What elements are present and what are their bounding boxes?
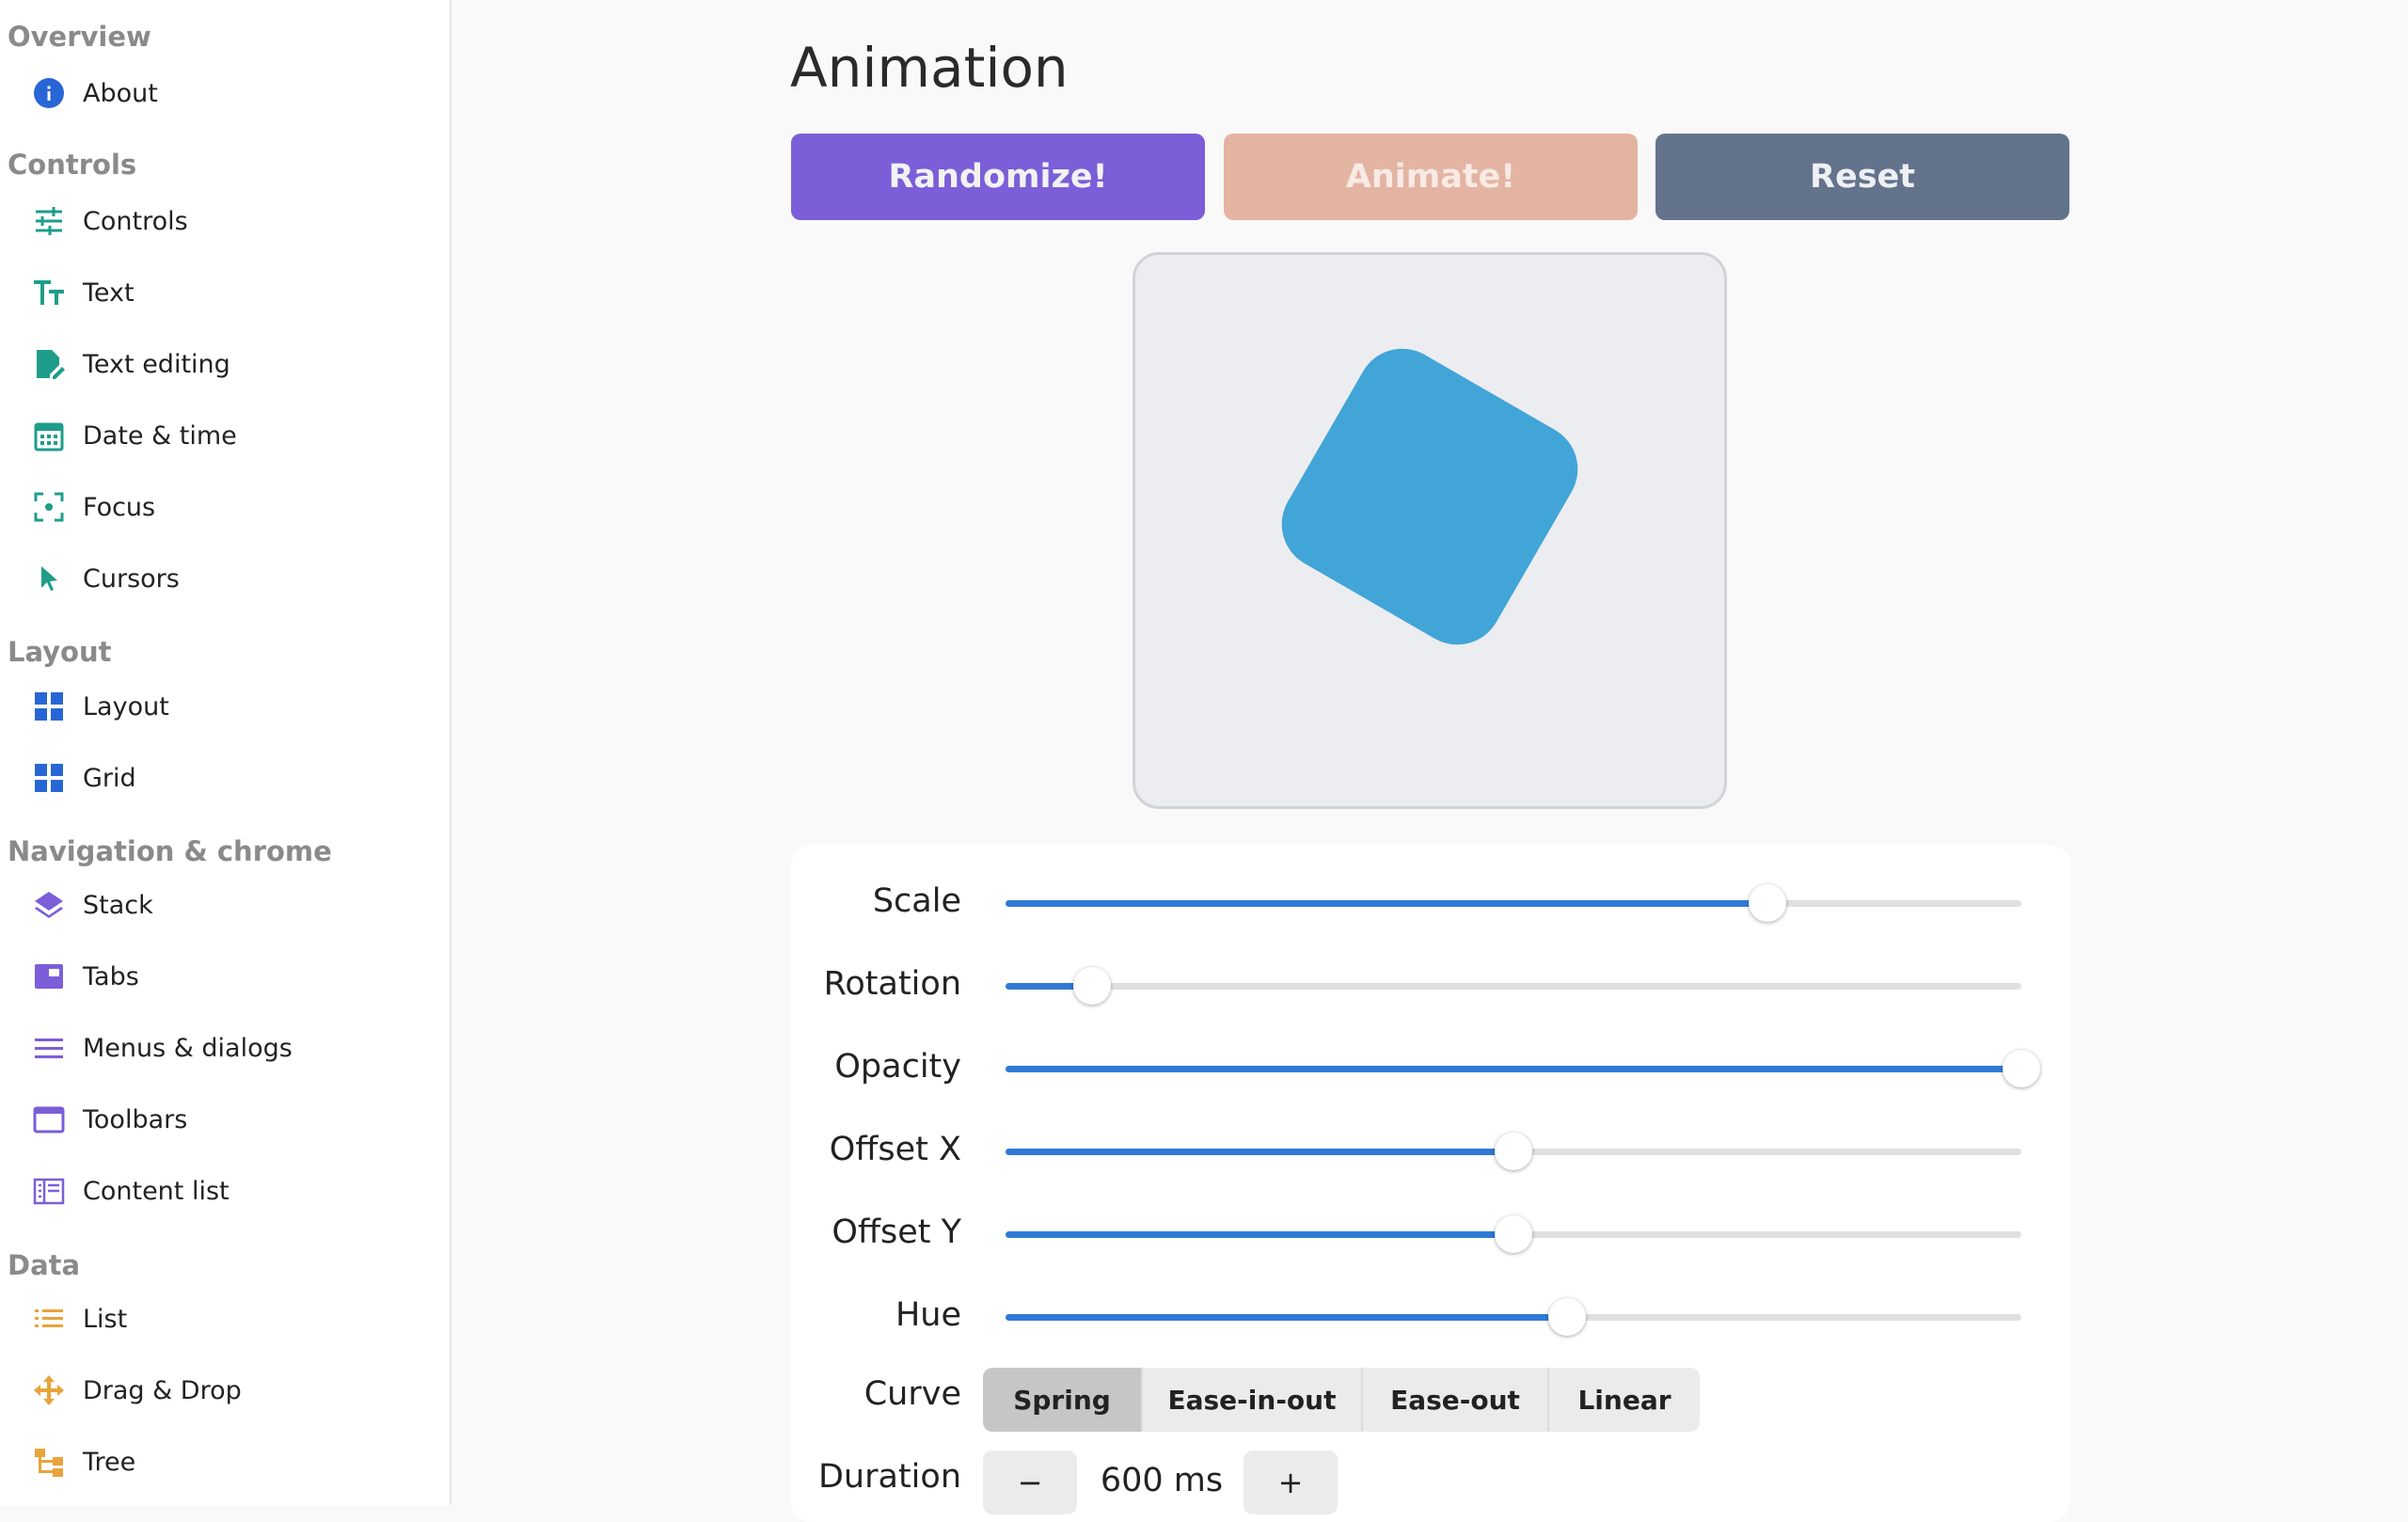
sidebar-item-label: Text [83,277,135,308]
offset-x-label: Offset X [829,1131,961,1168]
list-icon [32,1302,66,1336]
sidebar-item-toolbars[interactable]: Toolbars [0,1086,450,1153]
sidebar-item-label: Toolbars [83,1104,188,1134]
text-size-icon [32,276,66,309]
duration-value: 600 ms [1100,1462,1224,1499]
sidebar-item-date-time[interactable]: Date & time [0,402,450,469]
sidebar-item-text[interactable]: Text [0,259,450,326]
sidebar-item-tree[interactable]: Tree [0,1428,450,1496]
sidebar-item-controls[interactable]: Controls [0,187,450,255]
sidebar-item-label: Stack [83,890,153,920]
cursor-icon [32,562,66,595]
grid-icon [32,761,66,795]
sidebar-item-label: Controls [83,206,188,236]
edit-document-icon [32,347,66,381]
sidebar-item-layout[interactable]: Layout [0,673,450,740]
curve-label: Curve [863,1375,961,1413]
sidebar-item-label: Focus [83,492,156,522]
sliders-icon [32,204,66,238]
sidebar-item-grid[interactable]: Grid [0,744,450,812]
sidebar-item-label: Content list [83,1176,230,1206]
scale-slider[interactable] [1006,884,2021,922]
section-title-data: Data [8,1249,81,1281]
slider-thumb[interactable] [2003,1050,2040,1087]
sidebar-item-drag-drop[interactable]: Drag & Drop [0,1356,450,1424]
scale-label: Scale [872,882,961,920]
sidebar-item-label: Grid [83,763,136,793]
curve-option-ease-out[interactable]: Ease-out [1363,1368,1549,1432]
section-title-layout: Layout [8,636,112,668]
tree-icon [32,1445,66,1479]
tabs-icon [32,959,66,993]
randomize-button[interactable]: Randomize! [791,134,1205,220]
grid-icon [32,690,66,723]
sidebar-item-label: Text editing [83,349,230,379]
duration-label: Duration [817,1458,961,1496]
sidebar-item-cursors[interactable]: Cursors [0,545,450,612]
sidebar-item-label: Tree [83,1447,136,1477]
rotation-label: Rotation [823,965,961,1003]
opacity-label: Opacity [834,1048,961,1086]
slider-fill [1006,1149,1513,1155]
sidebar-item-focus[interactable]: Focus [0,473,450,541]
hue-slider[interactable] [1006,1298,2021,1336]
slider-fill [1006,1231,1513,1238]
slider-thumb[interactable] [1072,967,1111,1005]
sidebar-item-label: Tabs [83,961,139,991]
curve-option-ease-in-out[interactable]: Ease-in-out [1143,1368,1363,1432]
sidebar-item-menus-dialogs[interactable]: Menus & dialogs [0,1014,450,1082]
slider-thumb[interactable] [1548,1298,1587,1336]
section-title-overview: Overview [8,21,151,53]
reset-button[interactable]: Reset [1656,134,2069,220]
slider-fill [1006,1066,2021,1072]
slider-thumb[interactable] [1495,1215,1532,1253]
sidebar-item-label: Layout [83,691,169,721]
offset-x-slider[interactable] [1006,1133,2021,1170]
layers-icon [32,888,66,922]
sidebar-item-stack[interactable]: Stack [0,871,450,939]
animate-button[interactable]: Animate! [1224,134,1638,220]
focus-icon [32,490,66,524]
opacity-slider[interactable] [1006,1050,2040,1087]
slider-thumb[interactable] [1749,884,1786,922]
calendar-icon [32,419,66,452]
section-title-navigation: Navigation & chrome [8,835,332,867]
offset-y-label: Offset Y [832,1213,961,1251]
sidebar-item-tabs[interactable]: Tabs [0,943,450,1010]
curve-option-spring[interactable]: Spring [983,1368,1143,1432]
curve-option-linear[interactable]: Linear [1549,1368,1700,1432]
sidebar: Overview About Controls Controls Text Te… [0,0,452,1505]
rotation-slider[interactable] [1006,967,2021,1005]
sidebar-item-label: Drag & Drop [83,1375,242,1405]
slider-thumb[interactable] [1495,1133,1532,1170]
sidebar-item-label: Menus & dialogs [83,1033,293,1063]
page-title: Animation [790,36,1069,100]
offset-y-slider[interactable] [1006,1215,2021,1253]
slider-fill [1006,1314,1568,1321]
content-list-icon [32,1174,66,1208]
sidebar-item-about[interactable]: About [0,59,450,127]
sidebar-item-label: About [83,78,158,108]
window-icon [32,1102,66,1136]
sidebar-item-list[interactable]: List [0,1285,450,1353]
sidebar-item-label: List [83,1304,128,1334]
sidebar-item-text-editing[interactable]: Text editing [0,330,450,398]
sidebar-item-label: Date & time [83,420,237,451]
hue-label: Hue [895,1296,961,1334]
sidebar-item-label: Cursors [83,563,180,594]
info-icon [32,76,66,110]
sidebar-item-content-list[interactable]: Content list [0,1157,450,1225]
slider-track [1006,983,2021,990]
menu-icon [32,1031,66,1065]
slider-fill [1006,900,1767,907]
section-title-controls: Controls [8,149,137,181]
move-icon [32,1373,66,1407]
